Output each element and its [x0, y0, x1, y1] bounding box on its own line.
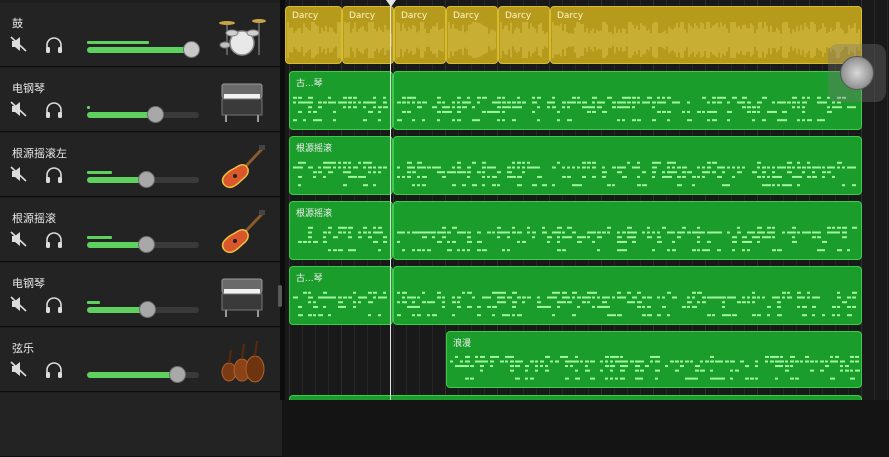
scroll-scrubber[interactable]: [828, 44, 886, 102]
volume-fill: [87, 112, 156, 118]
midi-notes: [450, 355, 860, 380]
track-header-electric-piano-2[interactable]: 电钢琴: [0, 263, 282, 327]
mute-icon[interactable]: [10, 296, 28, 312]
track-name: 根源摇滚: [12, 212, 56, 225]
track-name: 电钢琴: [12, 277, 45, 290]
volume-slider[interactable]: [87, 171, 199, 188]
level-meter: [87, 41, 149, 44]
midi-region[interactable]: [393, 266, 862, 325]
headphones-icon[interactable]: [44, 296, 64, 314]
volume-slider[interactable]: [87, 236, 199, 253]
drum-region[interactable]: Darcy: [498, 6, 550, 64]
mute-icon[interactable]: [10, 166, 28, 182]
headphones-icon[interactable]: [44, 36, 64, 54]
level-meter: [87, 301, 101, 304]
volume-knob[interactable]: [138, 171, 156, 188]
track-name: 鼓: [12, 17, 23, 30]
drum-region[interactable]: Darcy: [394, 6, 446, 64]
strings-icon[interactable]: [217, 340, 267, 384]
track-headers: 鼓 电钢琴 根源摇滚左 根源摇滚 电钢琴 弦乐: [0, 0, 282, 457]
midi-region[interactable]: 根源摇滚: [289, 136, 393, 195]
level-meter: [87, 171, 112, 174]
drum-region[interactable]: Darcy: [446, 6, 498, 64]
drum-region[interactable]: Darcy: [342, 6, 394, 64]
electric-guitar-icon[interactable]: [217, 145, 267, 189]
arrangement-area[interactable]: Darcy Darcy Darcy Darcy Darcy Darcy 古...…: [285, 0, 889, 400]
drum-region[interactable]: Darcy: [285, 6, 342, 64]
mute-icon[interactable]: [10, 231, 28, 247]
headphones-icon[interactable]: [44, 231, 64, 249]
volume-knob[interactable]: [168, 366, 186, 383]
volume-fill: [87, 307, 148, 313]
volume-slider[interactable]: [87, 106, 199, 123]
midi-region[interactable]: 根源摇滚: [289, 201, 393, 260]
resize-handle[interactable]: [278, 285, 282, 307]
drum-region[interactable]: Darcy: [550, 6, 862, 64]
mute-icon[interactable]: [10, 36, 28, 52]
volume-slider[interactable]: [87, 301, 199, 318]
playhead-handle[interactable]: [386, 0, 396, 7]
region-label: Darcy: [557, 11, 584, 21]
electric-piano-icon[interactable]: [217, 275, 267, 319]
level-meter: [87, 106, 91, 109]
drum-kit-icon[interactable]: [217, 15, 267, 59]
region-label: 根源摇滚: [296, 209, 333, 219]
headphones-icon[interactable]: [44, 166, 64, 184]
volume-slider[interactable]: [87, 366, 199, 383]
region-label: Darcy: [349, 11, 376, 21]
region-label: Darcy: [505, 11, 532, 21]
drum-waveform: [552, 22, 860, 58]
playhead[interactable]: [390, 0, 391, 400]
track-header-roots-rock[interactable]: 根源摇滚: [0, 198, 282, 262]
midi-region[interactable]: [289, 395, 862, 400]
midi-notes: [397, 226, 857, 252]
volume-knob[interactable]: [138, 236, 156, 253]
midi-region[interactable]: 浪漫: [446, 331, 862, 388]
midi-region[interactable]: [393, 136, 862, 195]
mute-icon[interactable]: [10, 361, 28, 377]
region-label: Darcy: [453, 11, 480, 21]
midi-region[interactable]: [393, 71, 862, 130]
region-label: 古...琴: [296, 274, 323, 284]
track-header-partial[interactable]: [0, 393, 282, 457]
volume-fill: [87, 47, 192, 53]
electric-piano-icon[interactable]: [217, 80, 267, 124]
headphones-icon[interactable]: [44, 361, 64, 379]
midi-notes: [397, 161, 856, 187]
volume-fill: [87, 372, 177, 378]
midi-region[interactable]: 古...琴: [289, 266, 393, 325]
electric-guitar-icon[interactable]: [217, 210, 267, 254]
track-name: 电钢琴: [12, 82, 45, 95]
track-header-roots-rock-left[interactable]: 根源摇滚左: [0, 133, 282, 197]
track-name: 弦乐: [12, 342, 34, 355]
volume-slider[interactable]: [87, 41, 201, 58]
region-label: Darcy: [401, 11, 428, 21]
midi-notes: [397, 96, 856, 122]
midi-region[interactable]: 古...琴: [289, 71, 393, 130]
volume-knob[interactable]: [147, 106, 165, 123]
region-label: 浪漫: [453, 339, 472, 349]
volume-knob[interactable]: [183, 41, 201, 58]
track-header-electric-piano[interactable]: 电钢琴: [0, 68, 282, 132]
headphones-icon[interactable]: [44, 101, 64, 119]
level-meter: [87, 236, 112, 239]
midi-region[interactable]: [393, 201, 862, 260]
mute-icon[interactable]: [10, 101, 28, 117]
volume-knob[interactable]: [139, 301, 157, 318]
track-header-drums[interactable]: 鼓: [0, 3, 282, 67]
track-header-strings[interactable]: 弦乐: [0, 328, 282, 392]
scrubber-knob[interactable]: [840, 56, 874, 90]
grid-line: [887, 0, 888, 400]
region-label: Darcy: [292, 11, 319, 21]
region-label: 根源摇滚: [296, 144, 333, 154]
midi-notes: [397, 291, 857, 317]
region-label: 古...琴: [296, 79, 323, 89]
track-name: 根源摇滚左: [12, 147, 67, 160]
